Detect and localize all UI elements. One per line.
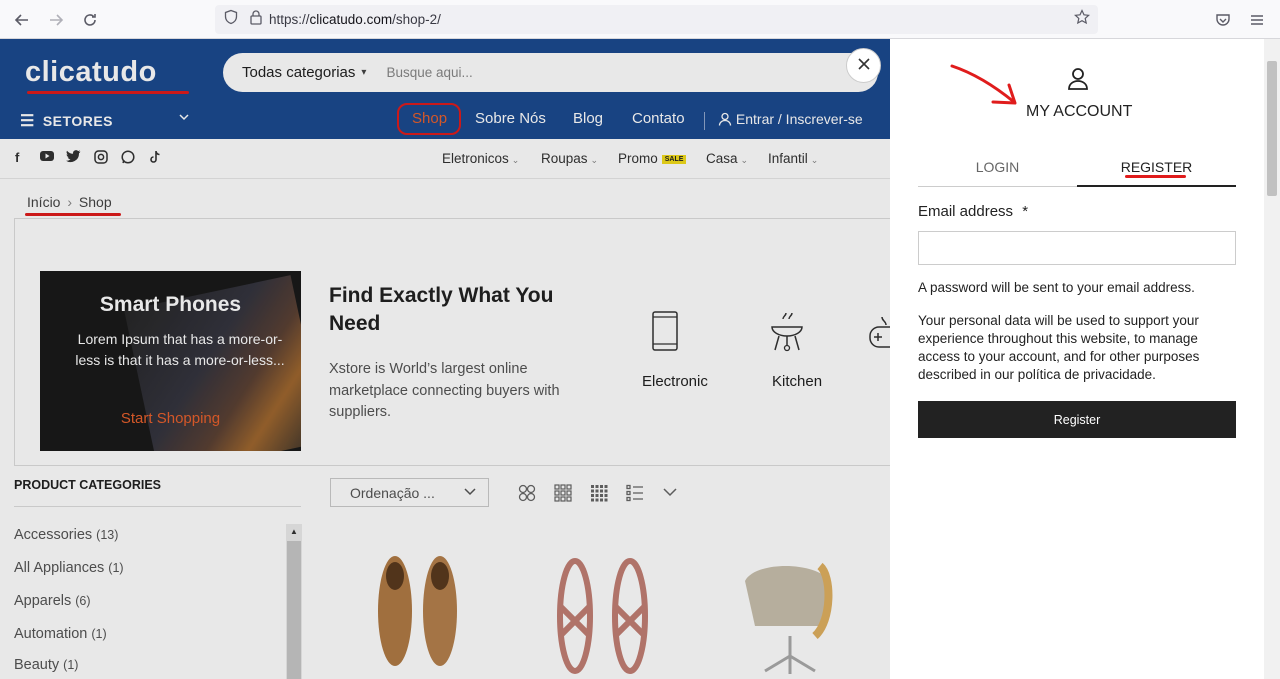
url-path: /shop-2/ xyxy=(392,12,441,27)
annotation-arrow xyxy=(947,60,1022,115)
lock-icon[interactable] xyxy=(249,9,263,30)
tab-register[interactable]: REGISTER xyxy=(1077,150,1236,187)
forward-arrow-icon[interactable] xyxy=(45,9,67,31)
close-icon xyxy=(857,55,871,76)
tab-login[interactable]: LOGIN xyxy=(918,150,1077,187)
required-mark: * xyxy=(1022,203,1029,220)
register-button[interactable]: Register xyxy=(918,401,1236,438)
close-panel-button[interactable] xyxy=(846,48,881,83)
url-host: clicatudo.com xyxy=(309,12,393,27)
page-scrollbar[interactable] xyxy=(1264,39,1280,679)
password-note: A password will be sent to your email ad… xyxy=(918,280,1195,295)
browser-toolbar: https://clicatudo.com/shop-2/ xyxy=(0,0,1280,39)
email-label-text: Email address xyxy=(918,203,1014,220)
email-field[interactable] xyxy=(918,231,1236,265)
email-label: Email address * xyxy=(918,203,1028,220)
user-icon xyxy=(1066,66,1090,95)
annotation-underline xyxy=(1125,175,1186,178)
address-bar[interactable]: https://clicatudo.com/shop-2/ xyxy=(215,5,1098,34)
pocket-icon[interactable] xyxy=(1212,9,1234,31)
menu-icon[interactable] xyxy=(1246,9,1268,31)
shield-icon[interactable] xyxy=(223,9,239,30)
reload-icon[interactable] xyxy=(79,9,101,31)
modal-backdrop[interactable] xyxy=(0,39,890,679)
back-arrow-icon[interactable] xyxy=(11,9,33,31)
scrollbar-thumb[interactable] xyxy=(1267,61,1277,196)
bookmark-star-icon[interactable] xyxy=(1074,9,1090,30)
url-text[interactable]: https://clicatudo.com/shop-2/ xyxy=(269,12,441,27)
my-account-title: MY ACCOUNT xyxy=(1026,103,1133,120)
privacy-text: Your personal data will be used to suppo… xyxy=(918,313,1200,382)
url-prefix: https:// xyxy=(269,12,310,27)
